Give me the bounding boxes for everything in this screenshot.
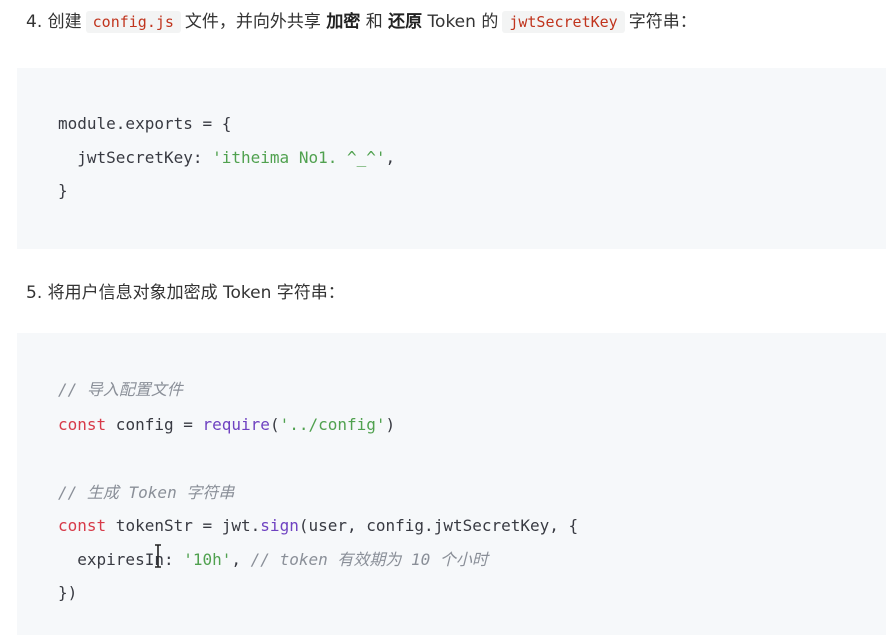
code-comment: // 生成 Token 字符串 [58,483,235,502]
code-line: } [58,181,68,200]
code-line: const tokenStr = jwt.sign(user, config.j… [58,516,579,535]
code-line: expiresIn: '10h', // token 有效期为 10 个小时 [58,550,488,569]
code-line: // 导入配置文件 [58,380,183,400]
step-5-heading: 5. 将用户信息对象加密成 Token 字符串： [26,283,345,303]
code-line: module.exports = { [58,114,232,133]
code-function: require [202,415,270,434]
text-cursor-icon [155,544,161,568]
code-block-config: module.exports = { jwtSecretKey: 'itheim… [17,68,886,249]
code-string: 'itheima No1. ^_^' [212,148,386,167]
code-function: sign [260,516,299,535]
code-comment: // 导入配置文件 [58,380,183,399]
code-keyword: const [58,516,107,535]
code-string: '../config' [279,415,386,434]
bold-restore: 还原 [388,12,423,32]
code-keyword: const [58,415,107,434]
code-string: '10h' [183,550,232,569]
code-line: jwtSecretKey: 'itheima No1. ^_^', [58,148,396,167]
step-number: 4. [26,12,43,32]
bold-encrypt: 加密 [326,12,361,32]
inline-code-jwt-secret-key: jwtSecretKey [502,11,625,33]
code-block-token: // 导入配置文件 const config = require('../con… [17,333,886,635]
code-line: // 生成 Token 字符串 [58,483,234,503]
inline-code-config-js: config.js [85,11,181,33]
code-comment: // token 有效期为 10 个小时 [250,550,488,569]
step-4-heading: 4. 创建 config.js 文件，并向外共享 加密 和 还原 Token 的 jw… [26,11,697,33]
code-line: }) [58,583,78,602]
code-line: const config = require('../config') [58,415,396,434]
